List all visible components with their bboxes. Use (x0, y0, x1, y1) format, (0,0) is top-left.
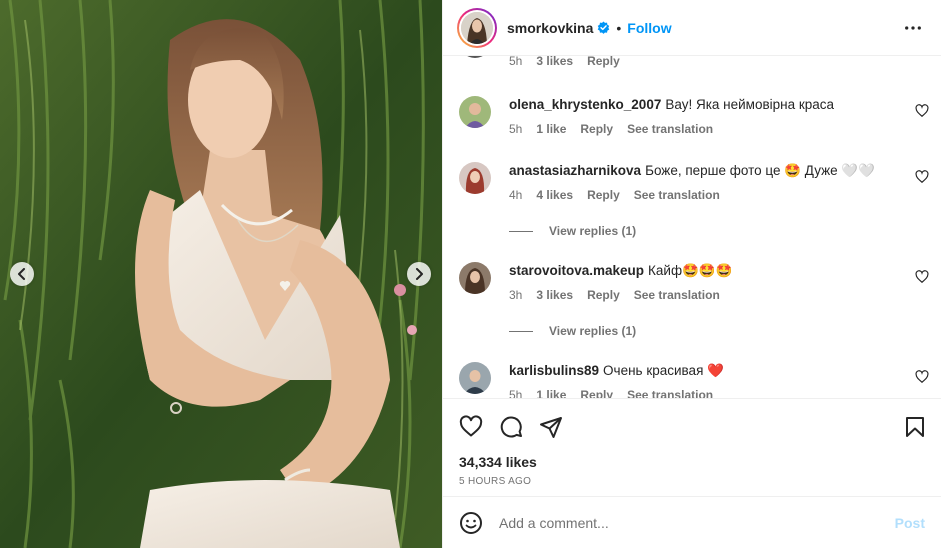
comment-time: 4h (509, 188, 523, 202)
post-side-panel: smorkovkina • Follow 5h 3 likes Reply ol… (442, 0, 941, 548)
comments-list[interactable]: 5h 3 likes Reply olena_khrystenko_2007 В… (443, 56, 941, 398)
comment-username[interactable]: olena_khrystenko_2007 (509, 97, 661, 112)
view-replies-label: View replies (1) (549, 224, 637, 238)
comment-reply-button[interactable]: Reply (587, 188, 620, 202)
comment-avatar[interactable] (459, 262, 491, 294)
comment-reply-button[interactable]: Reply (580, 388, 613, 398)
post-dialog: smorkovkina • Follow 5h 3 likes Reply ol… (0, 0, 941, 548)
post-photo[interactable] (0, 0, 442, 548)
author-avatar[interactable] (457, 7, 497, 48)
emoji-smiley-icon[interactable] (459, 511, 483, 535)
like-comment-heart-icon[interactable] (915, 104, 929, 118)
view-replies-label: View replies (1) (549, 324, 637, 338)
author-username[interactable]: smorkovkina (507, 20, 593, 36)
comment-text: Вау! Яка неймовірна краса (665, 97, 835, 112)
comment-reply-button[interactable]: Reply (587, 56, 620, 68)
see-translation-button[interactable]: See translation (634, 288, 720, 302)
chevron-right-icon (416, 268, 423, 280)
comment-reply-button[interactable]: Reply (580, 122, 613, 136)
verified-badge-icon (598, 21, 610, 34)
comment-text: Кайф🤩🤩🤩 (648, 263, 733, 278)
comment-likes[interactable]: 4 likes (536, 188, 573, 202)
post-header: smorkovkina • Follow (443, 0, 941, 56)
comment-reply-button[interactable]: Reply (587, 288, 620, 302)
comment-likes[interactable]: 3 likes (536, 288, 573, 302)
save-bookmark-icon[interactable] (903, 415, 927, 439)
author-avatar-image (461, 11, 493, 44)
comment-likes[interactable]: 1 like (536, 388, 566, 398)
comment-composer: Post (443, 496, 941, 548)
more-options-button[interactable] (903, 18, 923, 38)
more-horizontal-icon (905, 26, 921, 30)
post-comment-button[interactable]: Post (895, 515, 925, 531)
chevron-left-icon (18, 268, 25, 280)
carousel-next-button[interactable] (407, 262, 431, 286)
post-actions-bar (443, 398, 941, 454)
like-comment-heart-icon[interactable] (915, 370, 929, 384)
comment-time: 3h (509, 288, 523, 302)
comment-avatar[interactable] (459, 56, 491, 58)
comment-time: 5h (509, 388, 523, 398)
comment-likes[interactable]: 1 like (536, 122, 566, 136)
like-comment-heart-icon[interactable] (915, 170, 929, 184)
comment-text: Очень красивая ❤️ (603, 363, 724, 378)
follow-button[interactable]: Follow (627, 20, 671, 36)
share-paper-plane-icon[interactable] (539, 415, 563, 439)
comment-username[interactable]: karlisbulins89 (509, 363, 599, 378)
comment-avatar[interactable] (459, 362, 491, 394)
carousel-prev-button[interactable] (10, 262, 34, 286)
comment-time: 5h (509, 122, 523, 136)
add-comment-input[interactable] (499, 514, 895, 531)
view-replies-button[interactable]: View replies (1) (509, 324, 636, 338)
comment-text: Боже, перше фото це 🤩 Дуже 🤍🤍 (645, 163, 876, 178)
see-translation-button[interactable]: See translation (627, 388, 713, 398)
photo-image (0, 0, 442, 548)
comment-avatar[interactable] (459, 96, 491, 128)
post-time-ago[interactable]: 5 HOURS AGO (443, 472, 941, 492)
like-heart-icon[interactable] (459, 414, 483, 439)
comment-bubble-icon[interactable] (499, 415, 523, 439)
see-translation-button[interactable]: See translation (627, 122, 713, 136)
see-translation-button[interactable]: See translation (634, 188, 720, 202)
view-replies-button[interactable]: View replies (1) (509, 224, 636, 238)
likes-count[interactable]: 34,334 likes (443, 454, 941, 472)
comment-avatar[interactable] (459, 162, 491, 194)
comment-username[interactable]: starovoitova.makeup (509, 263, 644, 278)
header-separator: • (616, 19, 622, 36)
comment-time: 5h (509, 56, 523, 68)
comment-username[interactable]: anastasiazharnikova (509, 163, 641, 178)
comment-likes[interactable]: 3 likes (536, 56, 573, 68)
like-comment-heart-icon[interactable] (915, 270, 929, 284)
